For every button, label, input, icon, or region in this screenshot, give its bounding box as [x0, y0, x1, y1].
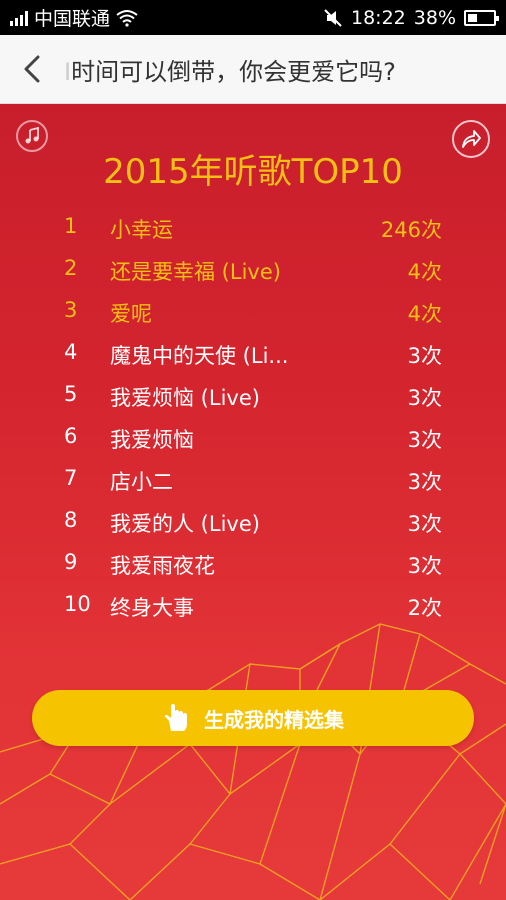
report-card: 2015年听歌TOP10 1 小幸运 246次 2 还是要幸福 (Live) 4次 3 爱呢 4… [0, 104, 506, 900]
song-rank: 9 [64, 550, 78, 574]
page-header-title: I时间可以倒带，你会更爱它吗? [64, 52, 396, 87]
song-row[interactable]: 1 小幸运 246次 [0, 204, 506, 246]
carrier-label: 中国联通 [34, 8, 111, 30]
play-count: 3次 [407, 470, 442, 494]
play-count: 3次 [407, 344, 442, 368]
play-count: 246次 [380, 218, 442, 242]
song-rank: 8 [64, 508, 78, 532]
song-rank: 10 [64, 592, 91, 616]
song-rank: 2 [64, 256, 78, 280]
signal-icon [10, 10, 28, 26]
song-title: 我爱雨夜花 [110, 554, 215, 578]
battery-icon [464, 9, 499, 26]
song-row[interactable]: 6 我爱烦恼 3次 [0, 414, 506, 456]
song-rank: 7 [64, 466, 78, 490]
song-rank: 3 [64, 298, 78, 322]
status-bar: 中国联通 18:22 38% [0, 0, 506, 35]
song-title: 终身大事 [110, 596, 194, 620]
song-rank: 1 [64, 214, 78, 238]
song-title: 店小二 [110, 470, 173, 494]
song-rank: 6 [64, 424, 78, 448]
play-count: 3次 [407, 512, 442, 536]
song-title: 我爱烦恼 (Live) [110, 386, 260, 410]
music-note-icon [25, 127, 39, 144]
back-button[interactable] [0, 35, 64, 104]
song-title: 我爱烦恼 [110, 428, 194, 452]
song-title: 小幸运 [110, 218, 173, 242]
song-row[interactable]: 4 魔鬼中的天使 (Li... 3次 [0, 330, 506, 372]
song-title: 爱呢 [110, 302, 152, 326]
song-title: 还是要幸福 (Live) [110, 260, 281, 284]
play-count: 2次 [407, 596, 442, 620]
song-row[interactable]: 9 我爱雨夜花 3次 [0, 540, 506, 582]
clock: 18:22 [351, 6, 406, 29]
song-row[interactable]: 7 店小二 3次 [0, 456, 506, 498]
nav-bar: I时间可以倒带，你会更爱它吗? [0, 35, 506, 104]
song-rank: 4 [64, 340, 78, 364]
play-count: 4次 [407, 260, 442, 284]
song-row[interactable]: 5 我爱烦恼 (Live) 3次 [0, 372, 506, 414]
generate-playlist-button[interactable]: 生成我的精选集 [32, 690, 474, 746]
song-title: 我爱的人 (Live) [110, 512, 260, 536]
song-row[interactable]: 2 还是要幸福 (Live) 4次 [0, 246, 506, 288]
play-count: 3次 [407, 428, 442, 452]
chevron-left-icon [24, 55, 40, 83]
top10-title: 2015年听歌TOP10 [103, 152, 403, 192]
song-row[interactable]: 10 终身大事 2次 [0, 582, 506, 624]
song-row[interactable]: 3 爱呢 4次 [0, 288, 506, 330]
song-rank: 5 [64, 382, 78, 406]
hand-pointer-icon [164, 704, 187, 731]
song-title: 魔鬼中的天使 (Li... [110, 344, 289, 368]
song-row[interactable]: 8 我爱的人 (Live) 3次 [0, 498, 506, 540]
mute-icon [324, 8, 342, 27]
play-count: 3次 [407, 554, 442, 578]
wifi-icon [116, 9, 138, 27]
play-count: 3次 [407, 386, 442, 410]
battery-percent: 38% [413, 6, 456, 29]
generate-button-label: 生成我的精选集 [204, 707, 344, 732]
play-count: 4次 [407, 302, 442, 326]
header-title-text: 时间可以倒带，你会更爱它吗? [71, 57, 396, 86]
